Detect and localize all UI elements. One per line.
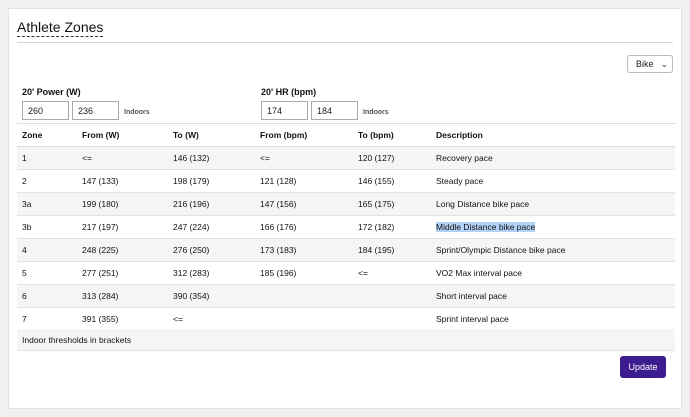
zones-table: Zone From (W) To (W) From (bpm) To (bpm)… — [17, 123, 675, 331]
cell-zone: 6 — [17, 284, 77, 308]
page-title: Athlete Zones — [17, 19, 104, 37]
header-from-w: From (W) — [77, 123, 168, 147]
cell-to-bpm — [353, 307, 431, 331]
cell-zone: 5 — [17, 261, 77, 285]
table-row: 4 248 (225) 276 (250) 173 (183) 184 (195) Spr… — [17, 238, 675, 262]
cell-description: Sprint interval pace — [431, 307, 675, 331]
cell-zone: 3b — [17, 215, 77, 239]
cell-from-bpm: 185 (196) — [255, 261, 353, 285]
cell-to-bpm: 184 (195) — [353, 238, 431, 262]
cell-description: Short interval pace — [431, 284, 675, 308]
table-row: 2 147 (133) 198 (179) 121 (128) 146 (155) Ste… — [17, 169, 675, 193]
cell-to-bpm: 146 (155) — [353, 169, 431, 193]
cell-from-w: 313 (284) — [77, 284, 168, 308]
hr-outdoor-input[interactable]: 174 — [261, 101, 308, 120]
cell-to-bpm: 165 (175) — [353, 192, 431, 216]
cell-from-bpm: 173 (183) — [255, 238, 353, 262]
cell-to-w: <= — [168, 307, 255, 331]
header-to-w: To (W) — [168, 123, 255, 147]
update-button[interactable]: Update — [620, 356, 666, 378]
power-indoor-note: Indoors — [124, 109, 150, 116]
cell-zone: 1 — [17, 146, 77, 170]
table-row: 3a 199 (180) 216 (196) 147 (156) 165 (175) Lo… — [17, 192, 675, 216]
cell-to-w: 247 (224) — [168, 215, 255, 239]
cell-zone: 4 — [17, 238, 77, 262]
cell-zone: 3a — [17, 192, 77, 216]
cell-to-w: 146 (132) — [168, 146, 255, 170]
cell-from-bpm: 147 (156) — [255, 192, 353, 216]
cell-from-bpm: 121 (128) — [255, 169, 353, 193]
table-row: 6 313 (284) 390 (354) Short interval pace — [17, 284, 675, 308]
hr-label: 20' HR (bpm) — [261, 87, 317, 97]
zones-panel: Athlete Zones Bike ⌄ 20' Power (W) 260 2… — [8, 8, 682, 409]
cell-description: VO2 Max interval pace — [431, 261, 675, 285]
power-label: 20' Power (W) — [22, 87, 81, 97]
hr-indoor-note: Indoors — [363, 109, 389, 116]
power-field-group: 20' Power (W) 260 236 Indoors — [22, 87, 150, 120]
header-zone: Zone — [17, 123, 77, 147]
cell-from-w: 248 (225) — [77, 238, 168, 262]
header-description: Description — [431, 123, 675, 147]
cell-to-bpm: 120 (127) — [353, 146, 431, 170]
cell-zone: 7 — [17, 307, 77, 331]
header-to-bpm: To (bpm) — [353, 123, 431, 147]
cell-to-w: 390 (354) — [168, 284, 255, 308]
cell-from-w: 147 (133) — [77, 169, 168, 193]
cell-from-w: <= — [77, 146, 168, 170]
cell-description: Recovery pace — [431, 146, 675, 170]
cell-from-bpm — [255, 307, 353, 331]
footnote: Indoor thresholds in brackets — [17, 329, 675, 351]
sport-select[interactable]: Bike ⌄ — [627, 55, 673, 73]
cell-zone: 2 — [17, 169, 77, 193]
power-outdoor-input[interactable]: 260 — [22, 101, 69, 120]
header-from-bpm: From (bpm) — [255, 123, 353, 147]
cell-description: Sprint/Olympic Distance bike pace — [431, 238, 675, 262]
cell-to-bpm: <= — [353, 261, 431, 285]
sport-select-value: Bike — [636, 59, 654, 69]
cell-to-bpm: 172 (182) — [353, 215, 431, 239]
table-row: 3b 217 (197) 247 (224) 166 (176) 172 (182) Mi… — [17, 215, 675, 239]
cell-to-w: 216 (196) — [168, 192, 255, 216]
chevron-down-icon: ⌄ — [660, 58, 668, 69]
hr-indoor-input[interactable]: 184 — [311, 101, 358, 120]
cell-description: Middle Distance bike pace — [431, 215, 675, 239]
cell-to-w: 276 (250) — [168, 238, 255, 262]
cell-description: Long Distance bike pace — [431, 192, 675, 216]
cell-from-w: 277 (251) — [77, 261, 168, 285]
cell-to-w: 198 (179) — [168, 169, 255, 193]
cell-from-w: 217 (197) — [77, 215, 168, 239]
hr-field-group: 20' HR (bpm) 174 184 Indoors — [261, 87, 389, 120]
power-indoor-input[interactable]: 236 — [72, 101, 119, 120]
cell-from-bpm: 166 (176) — [255, 215, 353, 239]
cell-from-bpm — [255, 284, 353, 308]
cell-to-bpm — [353, 284, 431, 308]
cell-to-w: 312 (283) — [168, 261, 255, 285]
cell-from-w: 391 (355) — [77, 307, 168, 331]
cell-from-bpm: <= — [255, 146, 353, 170]
cell-from-w: 199 (180) — [77, 192, 168, 216]
table-row: 1 <= 146 (132) <= 120 (127) Recovery pace — [17, 146, 675, 170]
cell-description: Steady pace — [431, 169, 675, 193]
table-row: 7 391 (355) <= Sprint interval pace — [17, 307, 675, 331]
table-row: 5 277 (251) 312 (283) 185 (196) <= VO2 Max in… — [17, 261, 675, 285]
title-divider — [17, 42, 673, 43]
selected-description-text: Middle Distance bike pace — [436, 222, 536, 232]
table-header-row: Zone From (W) To (W) From (bpm) To (bpm)… — [17, 123, 675, 147]
